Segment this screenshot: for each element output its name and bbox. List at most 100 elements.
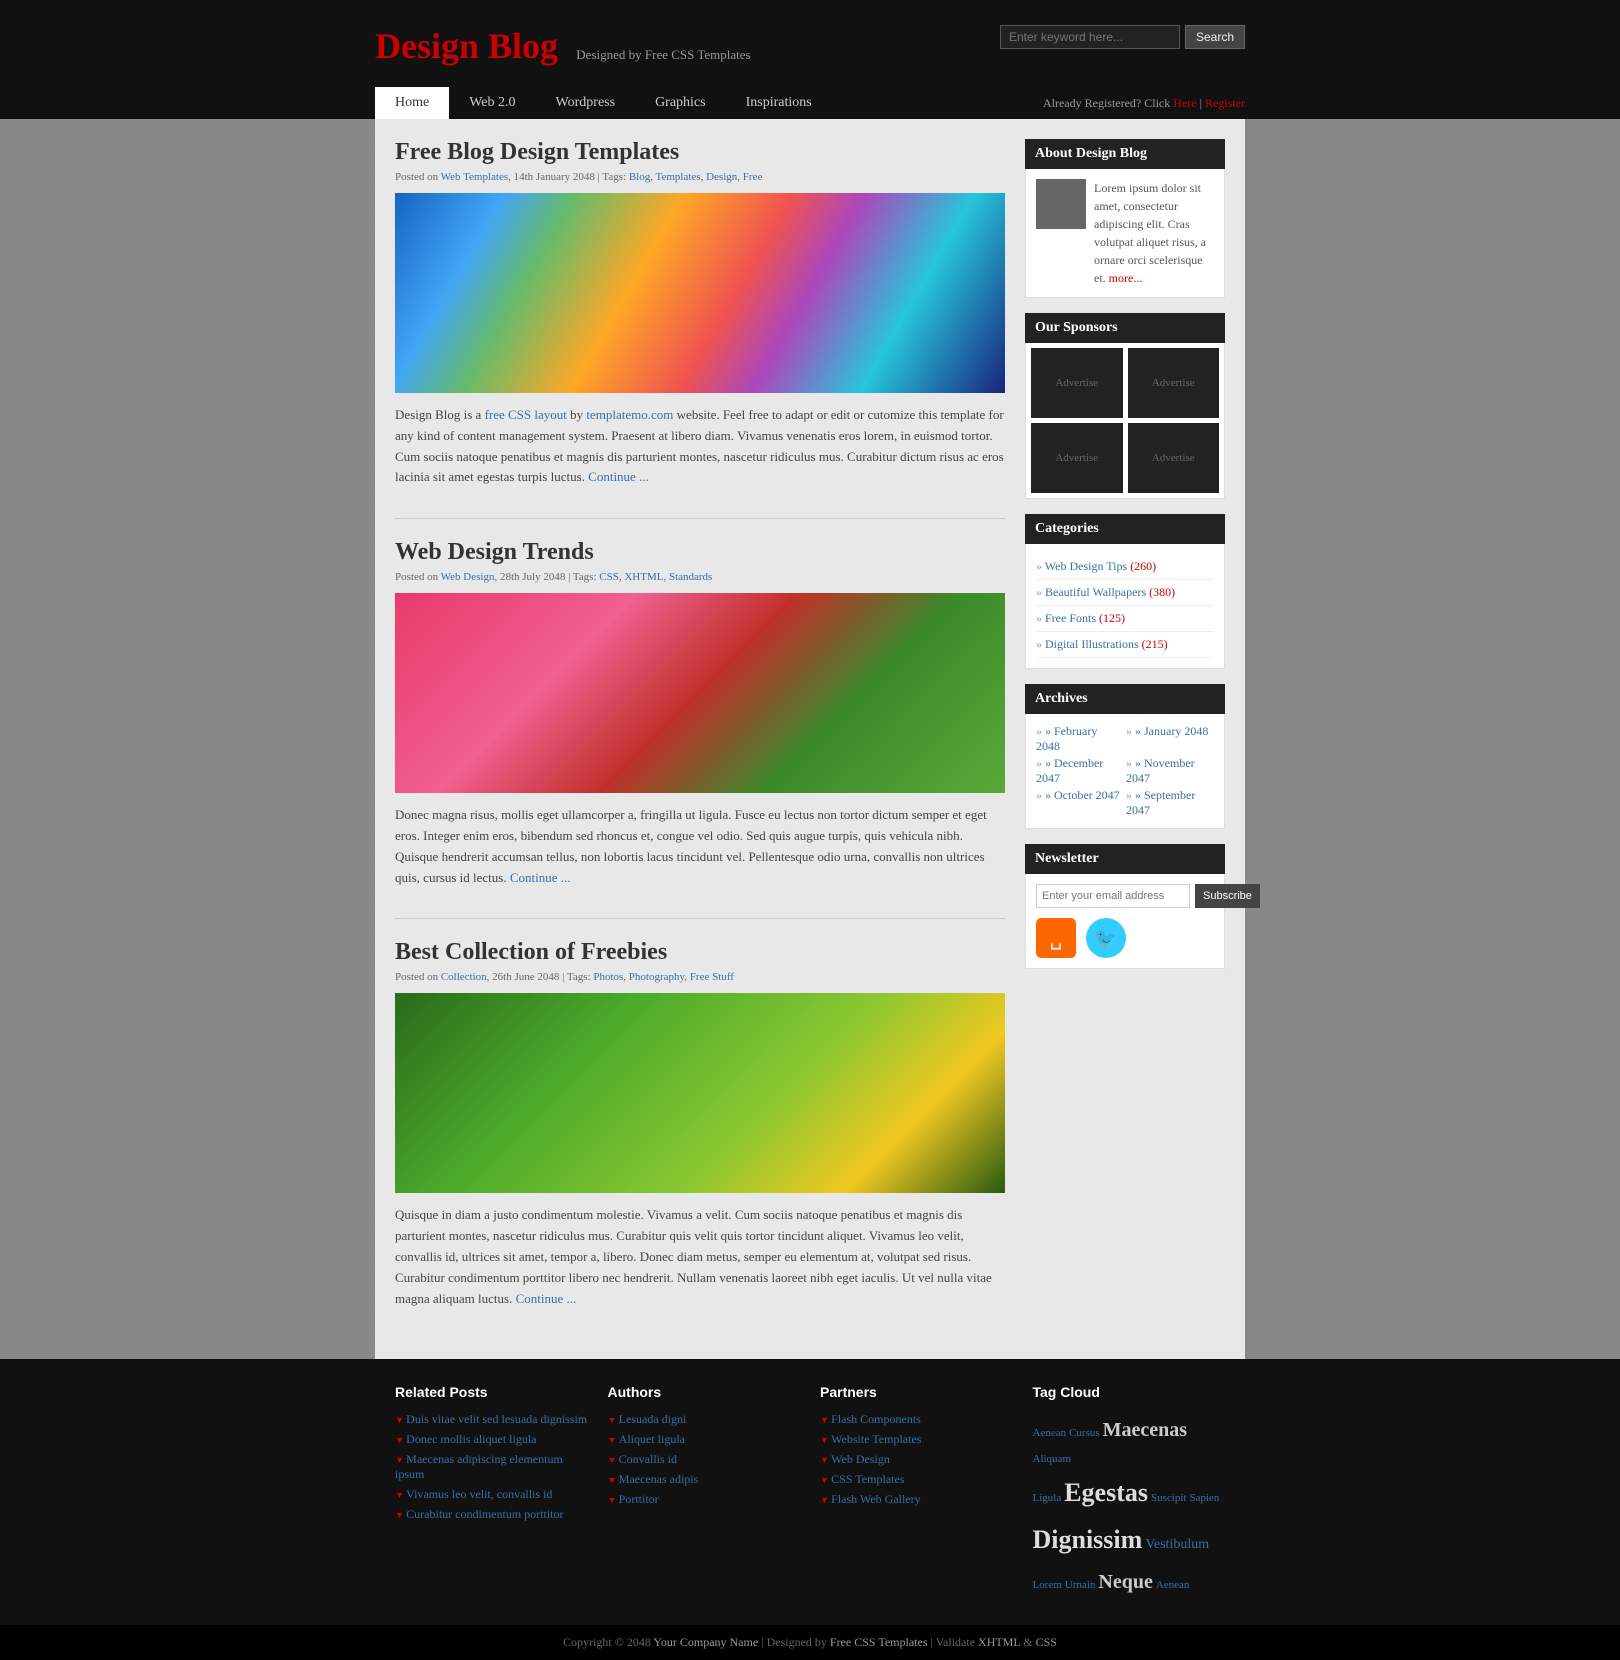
search-button[interactable]: Search (1185, 25, 1245, 49)
footer-tag-cloud-title: Tag Cloud (1033, 1384, 1226, 1400)
about-more-link[interactable]: more... (1109, 271, 1143, 285)
post-3-image (395, 993, 1005, 1193)
post-2-meta: Posted on Web Design, 28th July 2048 | T… (395, 571, 1005, 583)
footer-related-posts-title: Related Posts (395, 1384, 588, 1400)
sidebar-sponsors-content: Advertise Advertise Advertise Advertise (1025, 343, 1225, 499)
archive-nov2047[interactable]: » November 2047 (1126, 756, 1214, 786)
author-3[interactable]: Convallis id (608, 1452, 801, 1467)
here-link[interactable]: Here (1173, 96, 1196, 110)
category-1[interactable]: Web Design Tips (260) (1036, 554, 1214, 580)
partner-website-templates[interactable]: Website Templates (820, 1432, 1013, 1447)
category-4[interactable]: Digital Illustrations (215) (1036, 632, 1214, 658)
nav-item-web20[interactable]: Web 2.0 (449, 87, 535, 119)
sidebar-sponsors: Our Sponsors Advertise Advertise Adverti… (1025, 313, 1225, 499)
footer-authors-title: Authors (608, 1384, 801, 1400)
sponsors-grid: Advertise Advertise Advertise Advertise (1031, 348, 1219, 493)
sidebar-categories-content: Web Design Tips (260) Beautiful Wallpape… (1025, 544, 1225, 669)
post-3-continue[interactable]: Continue ... (516, 1291, 577, 1306)
tag-cursus[interactable]: Cursus (1069, 1427, 1100, 1439)
social-icons: ␣ 🐦 (1036, 918, 1214, 958)
archives-grid: » February 2048 » January 2048 » Decembe… (1036, 724, 1214, 818)
related-post-3[interactable]: Maecenas adipiscing elementum ipsum (395, 1452, 588, 1482)
twitter-icon[interactable]: 🐦 (1086, 918, 1126, 958)
rss-icon[interactable]: ␣ (1036, 918, 1076, 958)
post-2-image (395, 593, 1005, 793)
partners-list: Flash Components Website Templates Web D… (820, 1412, 1013, 1507)
newsletter-email-input[interactable] (1036, 884, 1190, 908)
post-1-continue[interactable]: Continue ... (588, 469, 649, 484)
tag-neque[interactable]: Neque (1098, 1571, 1152, 1593)
tag-vestibulum[interactable]: Vestibulum (1145, 1537, 1209, 1552)
category-3[interactable]: Free Fonts (125) (1036, 606, 1214, 632)
xhtml-link[interactable]: XHTML (978, 1635, 1020, 1649)
related-post-1[interactable]: Duis vitae velit sed lesuada dignissim (395, 1412, 588, 1427)
archive-sep2047[interactable]: » September 2047 (1126, 788, 1214, 818)
sponsor-4[interactable]: Advertise (1128, 423, 1220, 493)
tag-egestas[interactable]: Egestas (1064, 1478, 1148, 1507)
archive-oct2047[interactable]: » October 2047 (1036, 788, 1124, 818)
footer-partners: Partners Flash Components Website Templa… (820, 1384, 1013, 1599)
related-post-5[interactable]: Curabitur condimentum porttitor (395, 1507, 588, 1522)
sponsor-1[interactable]: Advertise (1031, 348, 1123, 418)
tag-lorem[interactable]: Lorem (1033, 1579, 1062, 1591)
css-link[interactable]: CSS (1036, 1635, 1057, 1649)
wrapper: Free Blog Design Templates Posted on Web… (375, 119, 1245, 1359)
nav-item-home[interactable]: Home (375, 87, 449, 119)
tag-aenean2[interactable]: Aenean (1156, 1579, 1190, 1591)
register-text: Already Registered? Click Here | Registe… (1043, 96, 1245, 111)
author-1[interactable]: Lesuada digni (608, 1412, 801, 1427)
content: Free Blog Design Templates Posted on Web… (395, 139, 1005, 1339)
nav-item-graphics[interactable]: Graphics (635, 87, 726, 119)
post-3-meta: Posted on Collection, 26th June 2048 | T… (395, 971, 1005, 983)
tag-sapien[interactable]: Sapien (1189, 1492, 1219, 1504)
footer-authors: Authors Lesuada digni Aliquet ligula Con… (608, 1384, 801, 1599)
post-1-text: Design Blog is a free CSS layout by temp… (395, 405, 1005, 488)
related-post-2[interactable]: Donec mollis aliquet ligula (395, 1432, 588, 1447)
post-1-meta: Posted on Web Templates, 14th January 20… (395, 171, 1005, 183)
nav-links: Home Web 2.0 Wordpress Graphics Inspirat… (375, 87, 832, 119)
post-2-title: Web Design Trends (395, 539, 1005, 566)
author-2[interactable]: Aliquet ligula (608, 1432, 801, 1447)
register-link[interactable]: Register (1205, 96, 1245, 110)
nav-item-inspirations[interactable]: Inspirations (726, 87, 832, 119)
related-post-4[interactable]: Vivamus leo velit, convallis id (395, 1487, 588, 1502)
footer-partners-title: Partners (820, 1384, 1013, 1400)
category-2[interactable]: Beautiful Wallpapers (380) (1036, 580, 1214, 606)
post-2-continue[interactable]: Continue ... (510, 870, 571, 885)
search-box: Search (1000, 25, 1245, 49)
tag-suscipit[interactable]: Suscipit (1151, 1492, 1186, 1504)
tag-aenean[interactable]: Aenean (1033, 1427, 1067, 1439)
logo[interactable]: Design Blog (375, 15, 558, 87)
newsletter-subscribe-button[interactable]: Subscribe (1195, 884, 1260, 908)
partner-flash-components[interactable]: Flash Components (820, 1412, 1013, 1427)
post-3-title: Best Collection of Freebies (395, 939, 1005, 966)
nav: Home Web 2.0 Wordpress Graphics Inspirat… (0, 87, 1620, 119)
nav-item-wordpress[interactable]: Wordpress (536, 87, 636, 119)
archive-dec2047[interactable]: » December 2047 (1036, 756, 1124, 786)
author-5[interactable]: Porttitor (608, 1492, 801, 1507)
sidebar-archives-title: Archives (1025, 684, 1225, 714)
partner-flash-web-gallery[interactable]: Flash Web Gallery (820, 1492, 1013, 1507)
tag-maecenas[interactable]: Maecenas (1103, 1419, 1187, 1441)
tag-urnain[interactable]: Urnain (1065, 1579, 1096, 1591)
sidebar-categories: Categories Web Design Tips (260) Beautif… (1025, 514, 1225, 669)
author-4[interactable]: Maecenas adipis (608, 1472, 801, 1487)
tag-dignissim[interactable]: Dignissim (1033, 1525, 1143, 1554)
partner-web-design[interactable]: Web Design (820, 1452, 1013, 1467)
search-input[interactable] (1000, 25, 1180, 49)
tag-aliquam[interactable]: Aliquam (1033, 1453, 1072, 1465)
sidebar-about-title: About Design Blog (1025, 139, 1225, 169)
sponsor-2[interactable]: Advertise (1128, 348, 1220, 418)
designer-link[interactable]: Free CSS Templates (830, 1635, 928, 1649)
tag-ligula[interactable]: Ligula (1033, 1492, 1062, 1504)
sponsor-3[interactable]: Advertise (1031, 423, 1123, 493)
archive-feb2048[interactable]: » February 2048 (1036, 724, 1124, 754)
header: Search Design Blog Designed by Free CSS … (0, 0, 1620, 87)
partner-css-templates[interactable]: CSS Templates (820, 1472, 1013, 1487)
newsletter-form: Subscribe (1036, 884, 1214, 908)
archive-jan2048[interactable]: » January 2048 (1126, 724, 1214, 754)
company-link[interactable]: Your Company Name (653, 1635, 758, 1649)
sidebar-sponsors-title: Our Sponsors (1025, 313, 1225, 343)
authors-list: Lesuada digni Aliquet ligula Convallis i… (608, 1412, 801, 1507)
footer-tag-cloud: Tag Cloud Aenean Cursus Maecenas Aliquam… (1033, 1384, 1226, 1599)
